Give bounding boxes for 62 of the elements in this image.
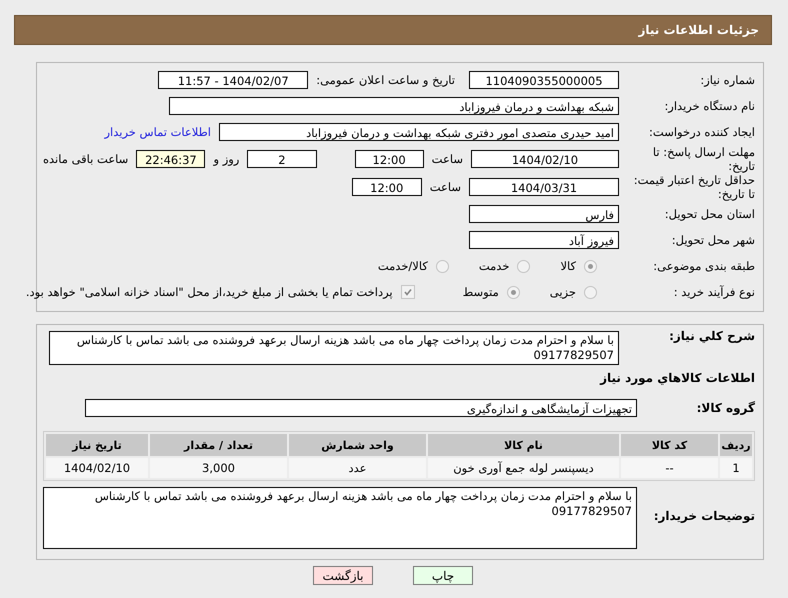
goods-group-field: تجهیزات آزمایشگاهی و اندازه‌گیری <box>85 399 637 417</box>
field-label: نوع فرآیند خرید : <box>672 285 755 299</box>
need-number-field: 1104090355000005 <box>469 71 619 89</box>
checkbox[interactable] <box>400 285 415 299</box>
option-label: کالا <box>560 259 576 273</box>
field-label: شهر محل تحویل: <box>670 233 755 247</box>
option-label: متوسط <box>462 285 499 299</box>
description-field: با سلام و احترام مدت زمان پرداخت چهار ماه می باشد هزینه ارسال برعهد فروشنده می باشد تماس با کارشناس 09177829507 <box>49 331 619 365</box>
requester-field: امید حیدری متصدی امور دفتری شبکه بهداشت و درمان فیروزاباد <box>219 123 619 141</box>
field-label: ایجاد کننده درخواست: <box>648 125 755 139</box>
option-label: خدمت <box>478 259 510 273</box>
field-label: نام دستگاه خریدار: <box>663 99 755 113</box>
field-label: توضیحات خریدار: <box>652 509 755 523</box>
time-label: ساعت <box>430 180 461 194</box>
option-label: کالا/خدمت <box>378 259 428 273</box>
buyer-notes-field: با سلام و احترام مدت زمان پرداخت چهار ماه می باشد هزینه ارسال برعهد فروشنده می باشد تماس با کارشناس 09177829507 <box>43 487 637 549</box>
check-icon <box>402 287 413 297</box>
page-header: جزئیات اطلاعات نیاز <box>14 15 772 45</box>
field-label: گروه کالا: <box>696 401 755 415</box>
remaining-time-field: 22:46:37 <box>136 150 206 168</box>
deadline-time-field: 12:00 <box>354 150 424 168</box>
announce-date-field: 1404/02/07 - 11:57 <box>158 71 308 89</box>
column-header: تعداد / مقدار <box>150 434 287 456</box>
column-header: ردیف <box>720 434 752 456</box>
city-field: فیروز آباد <box>469 231 619 249</box>
column-header: کد کالا <box>621 434 718 456</box>
column-header: نام کالا <box>428 434 619 456</box>
radio-button[interactable] <box>436 260 449 272</box>
radio-button[interactable] <box>506 286 520 298</box>
radio-button[interactable] <box>584 286 597 298</box>
table-cell: 1 <box>720 458 752 478</box>
table-cell: -- <box>621 458 718 478</box>
radio-button[interactable] <box>517 260 530 272</box>
field-label: حداقل تاریخ اعتبار قیمت: تا تاریخ: <box>632 173 755 201</box>
time-label: ساعت <box>432 152 463 166</box>
radio-button[interactable] <box>584 260 597 272</box>
field-label: شرح کلي نياز: <box>668 329 755 343</box>
field-label: تاریخ و ساعت اعلان عمومی: <box>316 73 455 87</box>
table-cell: 3,000 <box>150 458 287 478</box>
field-label: شماره نیاز: <box>699 73 755 87</box>
column-header: واحد شمارش <box>289 434 426 456</box>
payment-option-label: پرداخت تمام یا بخشی از مبلغ خرید،از محل "اسناد خزانه اسلامی" خواهد بود. <box>26 285 393 299</box>
table-cell: عدد <box>289 458 426 478</box>
field-label: مهلت ارسال پاسخ: تا تاریخ: <box>652 145 755 173</box>
province-field: فارس <box>469 205 619 223</box>
days-field: 2 <box>247 150 317 168</box>
section-title: اطلاعات کالاهاي مورد نياز <box>598 371 755 385</box>
option-label: جزیی <box>550 285 576 299</box>
action-button[interactable]: بازگشت <box>313 566 373 585</box>
buyer-contact-link[interactable]: اطلاعات تماس خریدار <box>104 125 211 139</box>
field-label: استان محل تحویل: <box>664 207 755 221</box>
days-label: روز و <box>213 152 240 166</box>
field-label: طبقه بندی موضوعی: <box>652 259 755 273</box>
action-button[interactable]: چاپ <box>413 566 473 585</box>
validity-date-field: 1404/03/31 <box>469 178 619 196</box>
table-cell: 1404/02/10 <box>46 458 148 478</box>
column-header: تاریخ نیاز <box>46 434 148 456</box>
deadline-date-field: 1404/02/10 <box>470 150 619 168</box>
buyer-name-field: شبکه بهداشت و درمان فیروزاباد <box>169 97 619 115</box>
table-cell: دیسپنسر لوله جمع آوری خون <box>428 458 619 478</box>
validity-time-field: 12:00 <box>352 178 422 196</box>
remaining-label: ساعت باقی مانده <box>43 152 128 166</box>
